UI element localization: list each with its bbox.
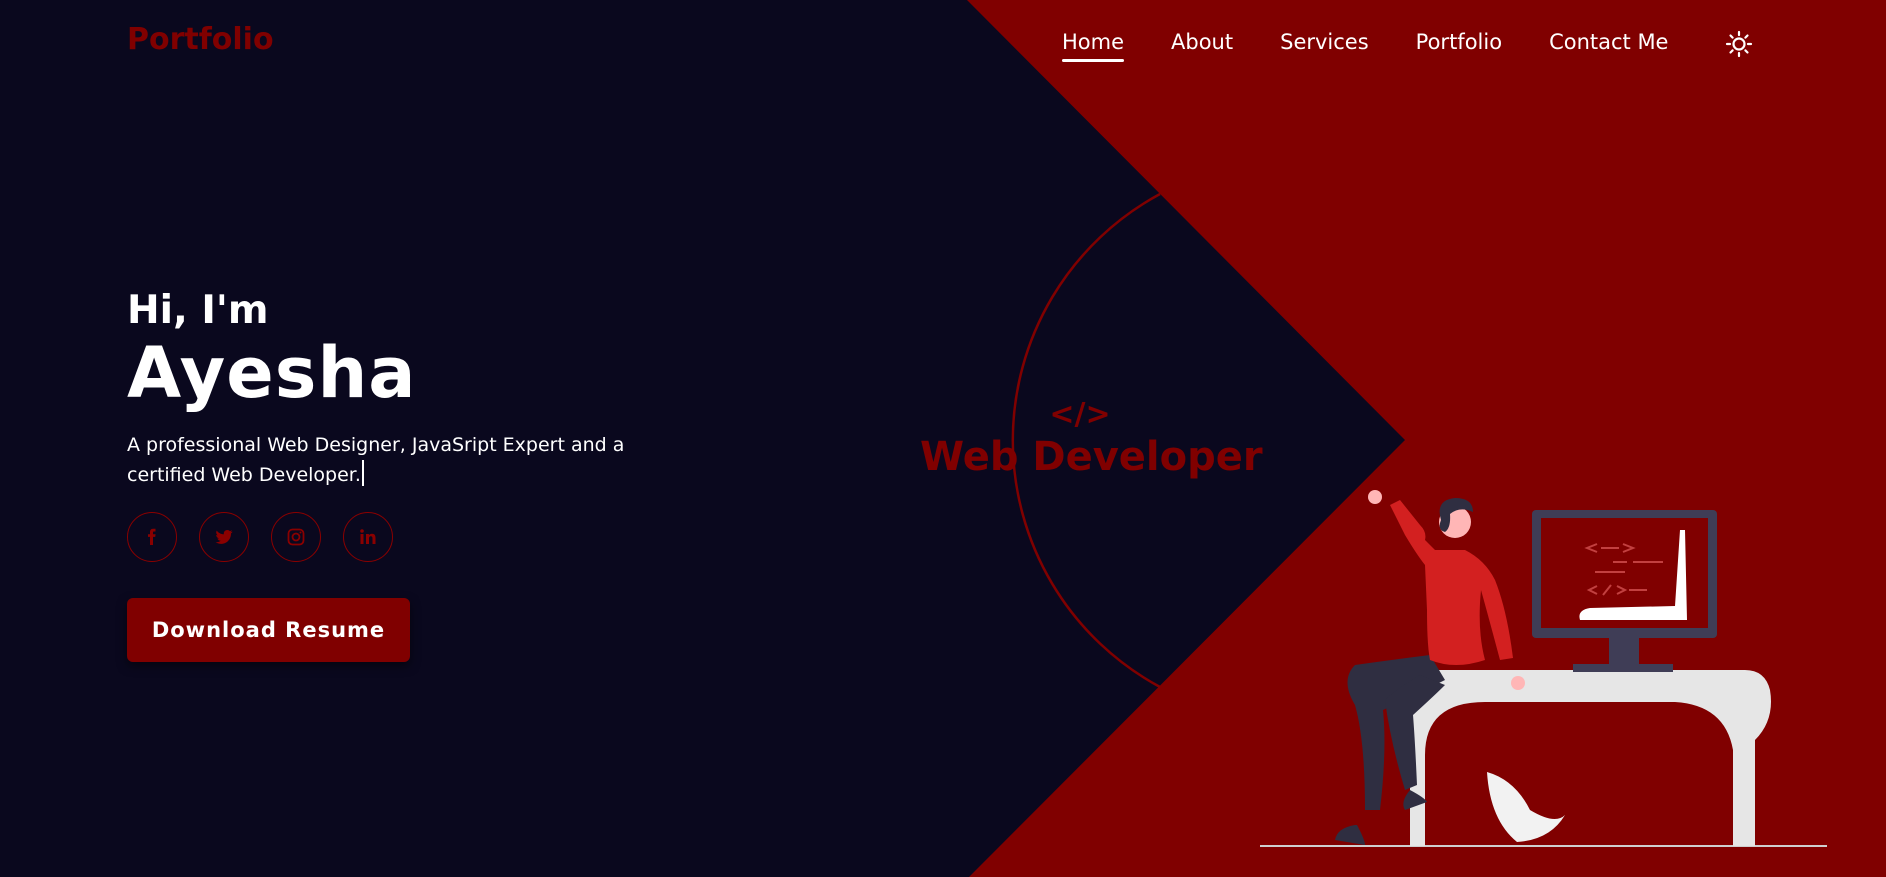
nav-contact[interactable]: Contact Me: [1549, 30, 1668, 62]
download-resume-button[interactable]: Download Resume: [127, 597, 410, 662]
hero-description-text: A professional Web Designer, JavaSript E…: [127, 433, 625, 486]
instagram-icon[interactable]: [271, 511, 321, 562]
nav-home[interactable]: Home: [1062, 30, 1125, 62]
developer-illustration: [1255, 480, 1835, 850]
main-nav: Home About Services Portfolio Contact Me: [1062, 30, 1715, 62]
greeting: Hi, I'm: [127, 288, 269, 333]
role-label: </> Web Developer: [920, 397, 1263, 481]
nav-services[interactable]: Services: [1280, 30, 1369, 62]
facebook-icon[interactable]: [127, 511, 177, 562]
nav-portfolio[interactable]: Portfolio: [1416, 30, 1502, 62]
logo[interactable]: Portfolio: [127, 22, 274, 57]
twitter-icon[interactable]: [199, 511, 249, 562]
sun-icon[interactable]: [1725, 30, 1753, 58]
social-links: [127, 511, 687, 562]
hero-name: Ayesha: [127, 331, 417, 414]
typing-caret: [361, 459, 364, 486]
linkedin-icon[interactable]: [343, 511, 393, 562]
nav-about[interactable]: About: [1171, 30, 1233, 62]
code-icon: </>: [1049, 397, 1111, 432]
hero-description: A professional Web Designer, JavaSript E…: [127, 430, 687, 490]
role-title: Web Developer: [920, 434, 1263, 480]
hero-section: Hi, I'm Ayesha A professional Web Design…: [127, 288, 687, 662]
